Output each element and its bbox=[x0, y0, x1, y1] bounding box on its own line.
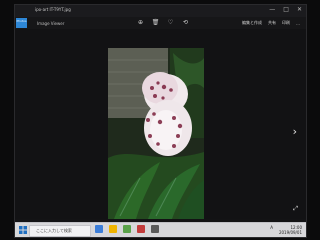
secondary-label: Image Viewer bbox=[37, 21, 65, 26]
orchid-photo-graphic bbox=[108, 48, 204, 219]
windows-start-icon[interactable] bbox=[19, 226, 27, 234]
search-placeholder: ここに入力して検索 bbox=[36, 228, 72, 233]
image-viewer: › ⤢ bbox=[15, 29, 306, 219]
rotate-icon[interactable]: ⟲ bbox=[182, 19, 189, 26]
zoom-icon[interactable]: ⊕ bbox=[137, 19, 144, 26]
next-image-icon[interactable]: › bbox=[293, 125, 297, 138]
photos-app-tile[interactable]: Photos bbox=[16, 18, 27, 28]
edge-icon[interactable] bbox=[95, 225, 103, 233]
clock[interactable]: 12:00 2019/09/01 bbox=[279, 225, 302, 235]
maximize-button[interactable]: □ bbox=[283, 7, 289, 13]
clock-date: 2019/09/01 bbox=[278, 230, 302, 235]
right-tool-group: 編集と作成 共有 印刷 … bbox=[242, 20, 300, 26]
app-tile-label: Photos bbox=[16, 19, 27, 23]
taskbar: ここに入力して検索 A 12:00 2019/09/01 bbox=[15, 222, 306, 237]
folder-icon[interactable] bbox=[109, 225, 117, 233]
system-tray: A 12:00 2019/09/01 bbox=[270, 225, 302, 235]
orchid-photo bbox=[108, 48, 204, 219]
share-button[interactable]: 共有 bbox=[268, 20, 276, 26]
favorite-icon[interactable]: ♡ bbox=[167, 19, 174, 26]
excel-icon[interactable] bbox=[123, 225, 131, 233]
window-title: ipo-art IT-T9YT.jpg bbox=[35, 7, 71, 12]
screen: ipo-art IT-T9YT.jpg — □ ✕ Photos Image V… bbox=[14, 4, 307, 238]
minimize-button[interactable]: — bbox=[269, 7, 275, 13]
tool-group: ⊕ 🗑 ♡ ⟲ bbox=[137, 19, 189, 26]
close-button[interactable]: ✕ bbox=[297, 7, 302, 13]
settings-icon[interactable] bbox=[151, 225, 159, 233]
app-icon[interactable] bbox=[137, 225, 145, 233]
taskbar-apps bbox=[95, 225, 159, 233]
ime-indicator[interactable]: A bbox=[270, 225, 273, 230]
more-button[interactable]: … bbox=[296, 21, 300, 26]
delete-icon[interactable]: 🗑 bbox=[152, 19, 160, 26]
edit-create-button[interactable]: 編集と作成 bbox=[242, 20, 262, 26]
window-controls: — □ ✕ bbox=[269, 7, 302, 13]
fullscreen-icon[interactable]: ⤢ bbox=[293, 205, 298, 213]
taskbar-search-box[interactable]: ここに入力して検索 bbox=[29, 225, 91, 237]
print-button[interactable]: 印刷 bbox=[282, 20, 290, 26]
